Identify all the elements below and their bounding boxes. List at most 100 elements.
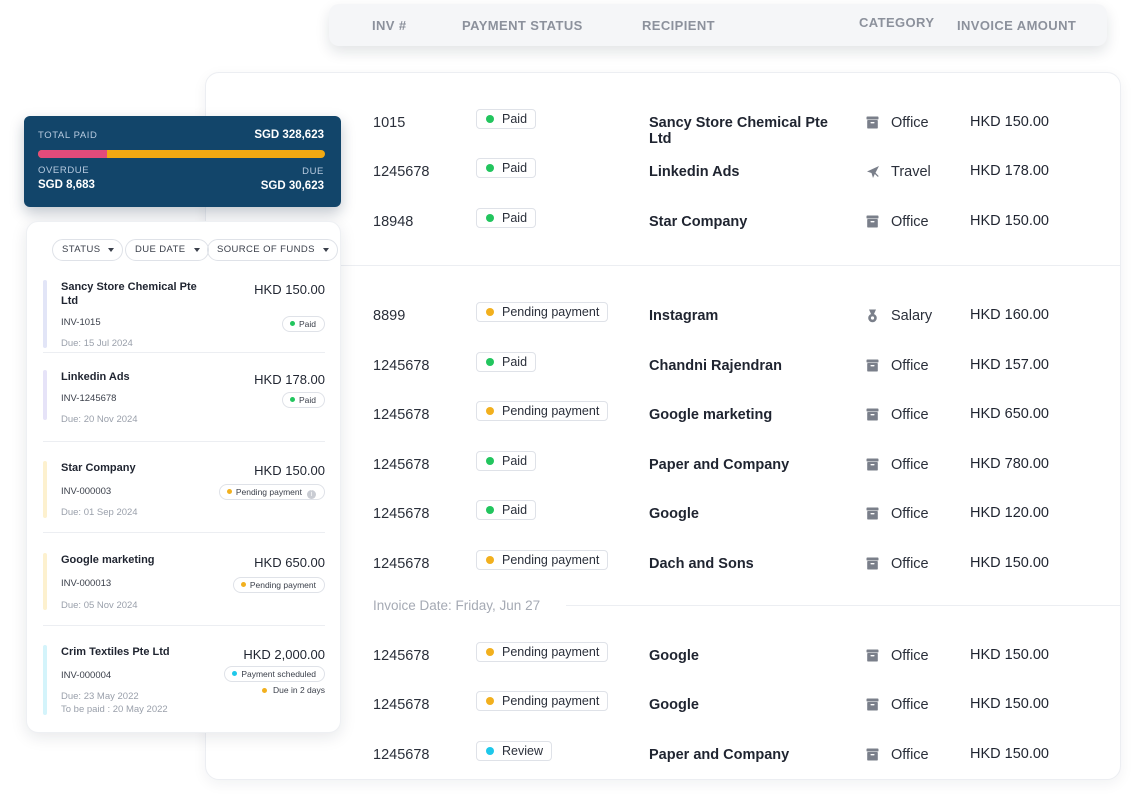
status-label: Paid	[502, 503, 528, 517]
caret-down-icon	[193, 248, 200, 252]
table-row[interactable]: 1245678 Paid Paper and Company Office HKD 78…	[206, 450, 1122, 480]
header-payment-status[interactable]: PAYMENT STATUS	[462, 18, 583, 33]
table-row[interactable]: 8899 Pending payment Instagram Salary HKD 16…	[206, 301, 1122, 331]
item-due-date: Due: 15 Jul 2024	[61, 337, 133, 350]
filter-source-of-funds-label: SOURCE OF FUNDS	[217, 244, 315, 255]
list-divider	[43, 532, 325, 533]
info-icon[interactable]: i	[307, 490, 316, 499]
table-row[interactable]: 1245678 Pending payment Google Office HKD 15…	[206, 690, 1122, 720]
table-row[interactable]: 1245678 Paid Linkedin Ads Travel HKD 178.00	[206, 157, 1122, 187]
due-date-text: Due: 05 Nov 2024	[61, 600, 138, 611]
payment-status-badge: Review	[476, 741, 552, 761]
recipient-name: Google marketing	[649, 407, 773, 423]
due-date-text: Due: 20 Nov 2024	[61, 414, 138, 425]
filter-due-date-label: DUE DATE	[135, 244, 186, 255]
due-date-text: Due: 15 Jul 2024	[61, 338, 133, 349]
date-separator-line	[566, 605, 1120, 606]
payment-status-badge: Paid	[476, 158, 537, 178]
table-row[interactable]: 1245678 Pending payment Google marketing Of…	[206, 400, 1122, 430]
due-date-text: Due: 01 Sep 2024	[61, 507, 138, 518]
payment-status-badge: Pending payment	[476, 401, 609, 421]
list-item[interactable]: Google marketing HKD 650.00 INV-000013 Due:…	[43, 553, 325, 612]
recipient-name: Google	[649, 506, 699, 522]
airplane-icon	[866, 165, 879, 178]
item-invoice-id: INV-000013	[61, 578, 112, 589]
item-recipient: Google marketing	[61, 554, 155, 566]
status-dot	[486, 697, 494, 705]
invoice-amount: HKD 150.00	[970, 114, 1049, 130]
office-icon	[866, 507, 879, 520]
status-accent-bar	[43, 553, 47, 610]
item-due-date: Due: 05 Nov 2024	[61, 599, 138, 612]
item-status-badge: Payment scheduled	[224, 666, 325, 682]
paid-progress-bar	[38, 150, 325, 158]
item-due-date: Due: 01 Sep 2024	[61, 506, 138, 519]
header-inv[interactable]: INV #	[372, 18, 407, 33]
item-recipient: Sancy Store Chemical Pte Ltd	[61, 281, 197, 307]
office-icon	[866, 215, 879, 228]
invoice-number: 1245678	[373, 164, 430, 180]
header-category[interactable]: CATEGORY	[859, 15, 934, 30]
status-label: Pending payment	[502, 645, 600, 659]
payment-status-badge: Paid	[476, 451, 537, 471]
due-soon-note: Due in 2 days	[262, 685, 325, 695]
invoice-amount: HKD 150.00	[970, 555, 1049, 571]
status-dot	[232, 671, 238, 676]
caret-down-icon	[322, 248, 329, 252]
table-row[interactable]: 1245678 Review Paper and Company Office HKD …	[206, 740, 1122, 770]
office-icon	[866, 359, 879, 372]
status-accent-bar	[43, 280, 47, 348]
list-item[interactable]: Linkedin Ads HKD 178.00 INV-1245678 Due: 20…	[43, 370, 325, 425]
table-row[interactable]: 1245678 Paid Chandni Rajendran Office HKD 15…	[206, 351, 1122, 381]
list-item[interactable]: Sancy Store Chemical Pte Ltd HKD 150.00 IN…	[43, 280, 325, 350]
item-invoice-id: INV-000003	[61, 486, 112, 497]
office-icon	[866, 557, 879, 570]
table-row[interactable]: 1015 Paid Sancy Store Chemical Pte Ltd Offi…	[206, 108, 1122, 147]
invoice-table: Invoice Date: Friday, Jun 27 1015 Paid San…	[205, 72, 1121, 780]
invoice-date-separator: Invoice Date: Friday, Jun 27	[373, 598, 541, 613]
filter-status[interactable]: STATUS	[52, 239, 124, 261]
status-label: Pending payment	[502, 694, 600, 708]
recipient-name: Instagram	[649, 308, 719, 324]
item-recipient: Star Company	[61, 462, 136, 474]
status-label: Paid	[502, 161, 528, 175]
recipient-name: Google	[649, 697, 699, 713]
status-dot	[486, 506, 494, 514]
payment-summary-panel: TOTAL PAID SGD 328,623 OVERDUE SGD 8,683…	[24, 116, 341, 207]
item-invoice-id: INV-1245678	[61, 393, 117, 404]
recipient-name: Star Company	[649, 214, 748, 230]
item-amount: HKD 650.00	[254, 555, 325, 570]
overdue-bar-segment	[38, 150, 107, 158]
payment-status-badge: Pending payment	[476, 691, 609, 711]
item-recipient: Linkedin Ads	[61, 371, 130, 383]
office-icon	[866, 116, 879, 129]
filter-source-of-funds[interactable]: SOURCE OF FUNDS	[207, 239, 338, 261]
status-dot	[486, 358, 494, 366]
table-row[interactable]: 1245678 Paid Google Office HKD 120.00	[206, 499, 1122, 529]
status-accent-bar	[43, 645, 47, 715]
caret-down-icon	[108, 248, 115, 252]
table-row[interactable]: 18948 Paid Star Company Office HKD 150.00	[206, 207, 1122, 237]
status-label: Pending payment	[502, 305, 600, 319]
item-recipient: Crim Textiles Pte Ltd	[61, 646, 170, 658]
office-icon	[866, 408, 879, 421]
list-divider	[43, 441, 325, 442]
table-row[interactable]: 1245678 Pending payment Dach and Sons Offic…	[206, 549, 1122, 579]
invoice-amount: HKD 120.00	[970, 505, 1049, 521]
invoice-number: 1245678	[373, 506, 430, 522]
header-invoice-amount[interactable]: INVOICE AMOUNT	[957, 18, 1076, 33]
item-due-date: Due: 20 Nov 2024	[61, 413, 138, 426]
item-invoice-id: INV-1015	[61, 317, 101, 328]
invoice-amount: HKD 178.00	[970, 163, 1049, 179]
list-item[interactable]: Star Company HKD 150.00 INV-000003 Due: 01 …	[43, 461, 325, 518]
header-recipient[interactable]: RECIPIENT	[642, 18, 715, 33]
filter-due-date[interactable]: DUE DATE	[125, 239, 209, 261]
invoice-number: 8899	[373, 308, 406, 324]
status-label: Pending payment	[235, 487, 302, 497]
recipient-name: Google	[649, 648, 699, 664]
status-label: Paid	[502, 454, 528, 468]
list-divider	[43, 625, 325, 626]
table-row[interactable]: 1245678 Pending payment Google Office HKD 15…	[206, 641, 1122, 671]
list-item[interactable]: Crim Textiles Pte Ltd HKD 2,000.00 INV-000…	[43, 645, 325, 715]
office-icon	[866, 458, 879, 471]
